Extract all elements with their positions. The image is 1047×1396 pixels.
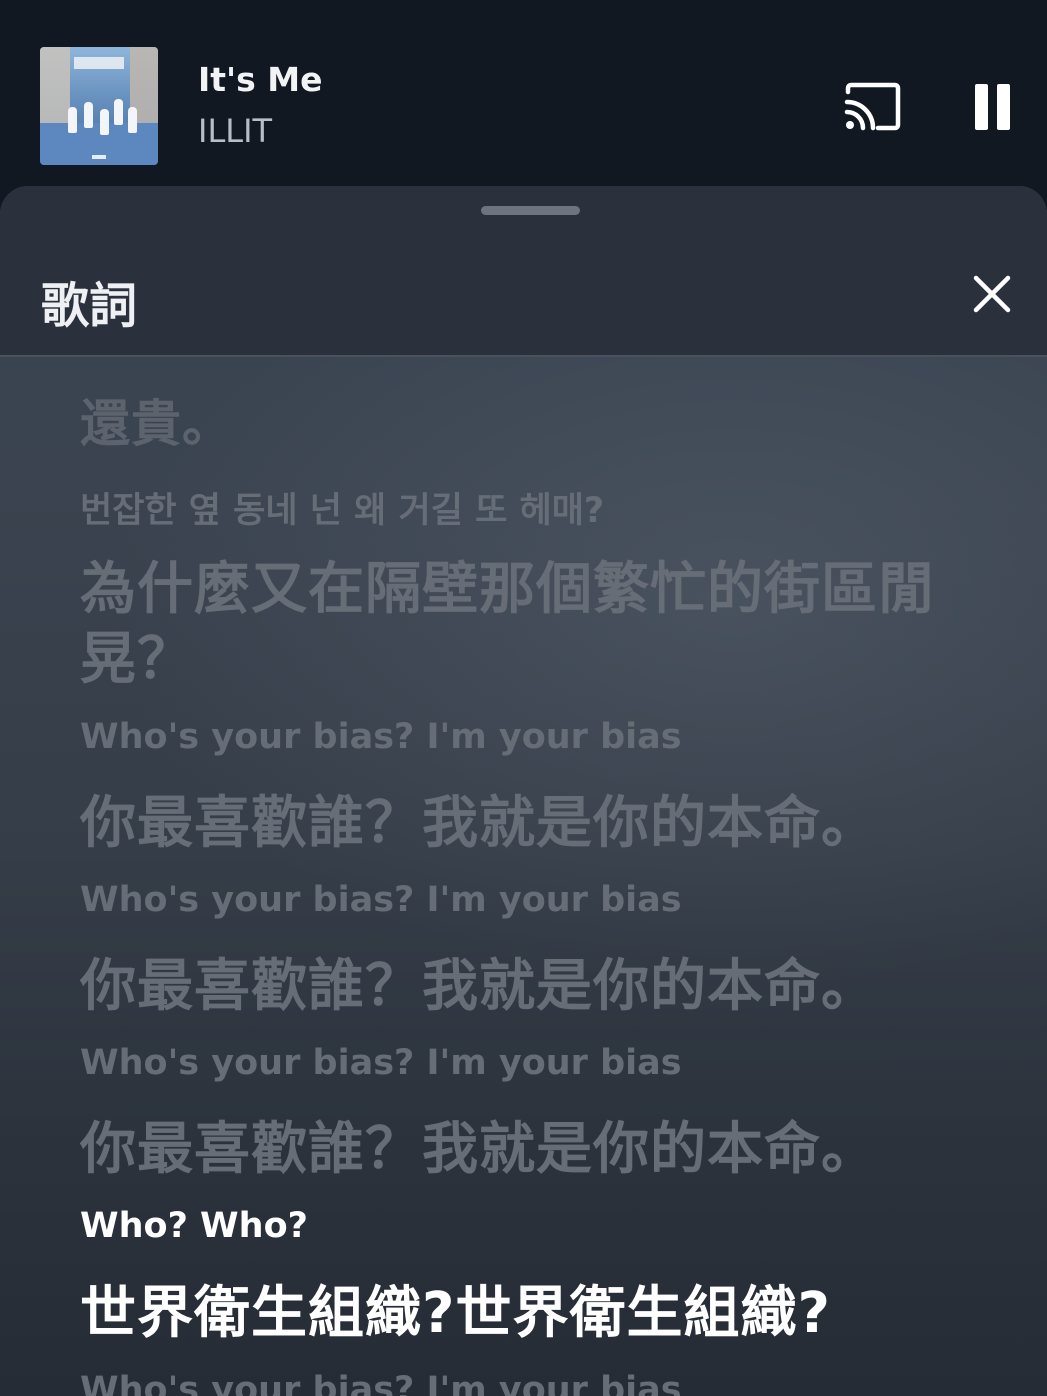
album-art-figure bbox=[128, 107, 137, 133]
lyric-translation[interactable]: 還貴。 bbox=[80, 384, 233, 456]
lyric-original[interactable]: Who's your bias? I'm your bias bbox=[80, 880, 682, 920]
lyric-original[interactable]: Who's your bias? I'm your bias bbox=[80, 1370, 682, 1396]
lyric-translation[interactable]: 晃？ bbox=[80, 614, 194, 695]
album-art-logo bbox=[92, 155, 106, 159]
lyric-translation[interactable]: 你最喜歡誰？我就是你的本命。 bbox=[80, 941, 878, 1022]
close-button[interactable] bbox=[970, 272, 1014, 316]
lyrics-sheet: 歌詞 還貴。 번잡한 옆 동네 넌 왜 거길 또 헤매? 為什麼又在隔壁那個繁忙… bbox=[0, 186, 1047, 1396]
lyric-translation-active[interactable]: 世界衛生組織?世界衛生組織? bbox=[80, 1268, 831, 1349]
close-icon bbox=[973, 275, 1011, 313]
lyric-translation[interactable]: 為什麼又在隔壁那個繁忙的街區閒 bbox=[80, 544, 935, 625]
cast-icon bbox=[844, 82, 901, 131]
lyric-original[interactable]: 번잡한 옆 동네 넌 왜 거길 또 헤매? bbox=[80, 482, 604, 533]
album-art[interactable] bbox=[40, 47, 158, 165]
album-art-figure bbox=[100, 109, 109, 135]
lyrics-title: 歌詞 bbox=[41, 278, 138, 334]
lyric-original[interactable]: Who's your bias? I'm your bias bbox=[80, 1043, 682, 1083]
cast-button[interactable] bbox=[842, 82, 904, 132]
lyrics-header: 歌詞 bbox=[0, 186, 1047, 357]
header-divider bbox=[0, 355, 1047, 357]
drag-handle[interactable] bbox=[481, 206, 580, 215]
lyric-translation[interactable]: 你最喜歡誰？我就是你的本命。 bbox=[80, 1104, 878, 1185]
album-art-figure bbox=[68, 107, 77, 133]
now-playing-bar[interactable]: It's Me ILLIT bbox=[0, 0, 1047, 186]
track-title[interactable]: It's Me bbox=[198, 60, 323, 99]
pause-button[interactable] bbox=[972, 84, 1012, 130]
track-artist[interactable]: ILLIT bbox=[198, 112, 272, 150]
lyric-translation[interactable]: 你最喜歡誰？我就是你的本命。 bbox=[80, 778, 878, 859]
lyric-original-active[interactable]: Who? Who? bbox=[80, 1206, 308, 1246]
album-art-figure bbox=[84, 102, 93, 128]
album-art-figure bbox=[114, 99, 123, 125]
album-art-title-stamp bbox=[74, 57, 124, 69]
lyric-original[interactable]: Who's your bias? I'm your bias bbox=[80, 717, 682, 757]
